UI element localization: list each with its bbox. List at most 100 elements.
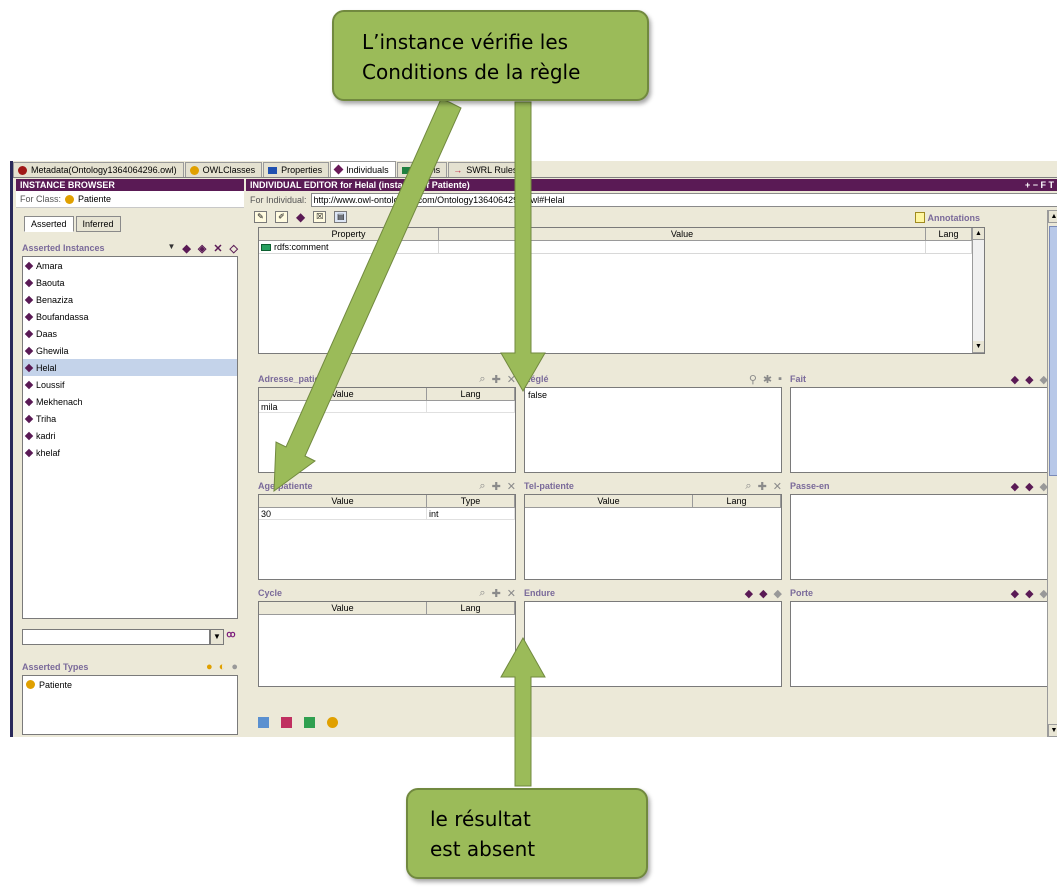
add-individual-icon[interactable]: ◆ (1025, 373, 1033, 386)
list-item[interactable]: Patiente (23, 676, 237, 693)
tab-individuals[interactable]: Individuals (330, 161, 396, 177)
search-icon[interactable]: ⌕ (479, 480, 485, 493)
add-individual-icon[interactable]: ◆ (1025, 587, 1033, 600)
delete-icon[interactable]: ✕ (507, 480, 516, 493)
add-individual-icon[interactable]: ◆ (1025, 480, 1033, 493)
add-type-icon[interactable]: ● (206, 661, 213, 673)
search-icon[interactable]: ⌕ (479, 373, 485, 386)
value-cell[interactable] (439, 241, 926, 253)
column-header[interactable]: Property (259, 228, 439, 240)
tab-swrl-rules[interactable]: → SWRL Rules (448, 162, 525, 177)
scroll-down-icon[interactable]: ▼ (973, 341, 984, 353)
list-item[interactable]: Daas (23, 325, 237, 342)
value-box[interactable]: false (524, 387, 782, 473)
individual-uri-field[interactable]: http://www.owl-ontologies.com/Ontology13… (310, 192, 1057, 207)
lang-cell[interactable] (926, 241, 972, 253)
list-item[interactable]: kadri (23, 427, 237, 444)
binoculars-icon[interactable]: ꝏ (224, 629, 238, 645)
create-individual-icon[interactable]: ◆ (1011, 587, 1019, 600)
value-box[interactable] (524, 601, 782, 687)
search-dropdown-button[interactable]: ▼ (210, 629, 224, 645)
search-icon[interactable]: ⌕ (479, 587, 485, 600)
create-type-icon[interactable]: ◐ (219, 661, 226, 673)
list-item[interactable]: Boufandassa (23, 308, 237, 325)
column-header[interactable]: Lang (427, 602, 515, 614)
scrollbar-thumb[interactable] (1049, 226, 1057, 476)
value-box[interactable] (790, 387, 1048, 473)
column-header[interactable]: Lang (693, 495, 781, 507)
edit-instance-icon[interactable]: ◇ (230, 242, 238, 255)
delete-icon[interactable]: ✕ (507, 373, 516, 386)
create-instance-icon[interactable]: ◆ (182, 242, 190, 255)
individual-editor: INDIVIDUAL EDITOR for Helal (instance of… (246, 179, 1057, 737)
annotations-header: Annotations (914, 212, 980, 223)
column-header[interactable]: Value (259, 602, 427, 614)
copy-instance-icon[interactable]: ◈ (198, 242, 206, 255)
delete-icon[interactable]: ✕ (507, 587, 516, 600)
tab-properties[interactable]: Properties (263, 162, 330, 177)
list-item[interactable]: Ghewila (23, 342, 237, 359)
tab-label: Individuals (346, 164, 389, 175)
list-item[interactable]: Triha (23, 410, 237, 427)
column-header[interactable]: Value (525, 495, 693, 507)
scroll-up-icon[interactable]: ▲ (1048, 210, 1057, 223)
tab-asserted[interactable]: Asserted (24, 216, 74, 232)
delete-icon[interactable]: ▪ (778, 373, 782, 386)
edit-note-icon[interactable]: ✐ (275, 211, 288, 223)
search-input[interactable] (22, 629, 210, 645)
import-icon[interactable] (258, 717, 269, 728)
for-class-value: Patiente (78, 193, 112, 204)
tab-forms[interactable]: Forms (396, 162, 448, 177)
list-item-selected[interactable]: Helal (23, 359, 237, 376)
create-individual-icon[interactable]: ◆ (1011, 373, 1019, 386)
annotation-scrollbar[interactable]: ▲ ▼ (972, 228, 984, 353)
delete-icon[interactable]: ✕ (773, 480, 782, 493)
instance-browser: INSTANCE BROWSER For Class: Patiente Ass… (16, 179, 244, 737)
view-icon[interactable]: ▤ (334, 211, 348, 223)
search-icon[interactable]: ⌕ (745, 480, 751, 493)
table-row[interactable]: mila (259, 401, 515, 413)
title-controls[interactable]: + − F T (1025, 179, 1057, 191)
list-item[interactable]: Baouta (23, 274, 237, 291)
scroll-down-icon[interactable]: ▼ (1048, 724, 1057, 737)
column-header[interactable]: Value (259, 388, 427, 400)
delete-instance-icon[interactable]: ✕ (213, 242, 222, 255)
value-box[interactable] (790, 494, 1048, 580)
tab-metadata[interactable]: Metadata(Ontology1364064296.owl) (13, 162, 184, 177)
add-icon[interactable]: ✚ (758, 480, 767, 493)
add-icon[interactable]: ✚ (492, 480, 501, 493)
tab-owlclasses[interactable]: OWLClasses (184, 162, 263, 177)
remove-individual-icon[interactable]: ◆ (774, 587, 782, 600)
column-header[interactable]: Type (427, 495, 515, 507)
column-header[interactable]: Lang (926, 228, 972, 240)
list-item[interactable]: Benaziza (23, 291, 237, 308)
export-icon[interactable] (281, 717, 292, 728)
class-add-icon[interactable] (327, 717, 338, 728)
delete-note-icon[interactable]: ☒ (313, 211, 327, 223)
run-icon[interactable] (304, 717, 315, 728)
value-box[interactable] (790, 601, 1048, 687)
table-row[interactable]: 30 int (259, 508, 515, 520)
remove-type-icon[interactable]: ● (231, 661, 238, 673)
column-header[interactable]: Lang (427, 388, 515, 400)
new-note-icon[interactable]: ✎ (254, 211, 267, 223)
tab-inferred[interactable]: Inferred (75, 216, 121, 232)
column-header[interactable]: Value (259, 495, 427, 507)
list-item[interactable]: khelaf (23, 444, 237, 461)
add-icon[interactable]: ✚ (492, 587, 501, 600)
list-item[interactable]: Amara (23, 257, 237, 274)
list-item[interactable]: Mekhenach (23, 393, 237, 410)
add-individual-icon[interactable]: ◆ (759, 587, 767, 600)
column-header[interactable]: Value (439, 228, 926, 240)
individual-add-icon[interactable]: ◆ (296, 210, 305, 224)
search-icon[interactable]: ⚲ (749, 373, 757, 386)
scroll-up-icon[interactable]: ▲ (973, 228, 984, 240)
create-individual-icon[interactable]: ◆ (1011, 480, 1019, 493)
table-row[interactable]: rdfs:comment (259, 241, 984, 254)
list-item[interactable]: Loussif (23, 376, 237, 393)
add-icon[interactable]: ✚ (492, 373, 501, 386)
create-individual-icon[interactable]: ◆ (745, 587, 753, 600)
dropdown-icon[interactable]: ▼ (167, 242, 175, 255)
editor-scrollbar[interactable]: ▲ ▼ (1047, 210, 1057, 737)
create-icon[interactable]: ✱ (763, 373, 772, 386)
